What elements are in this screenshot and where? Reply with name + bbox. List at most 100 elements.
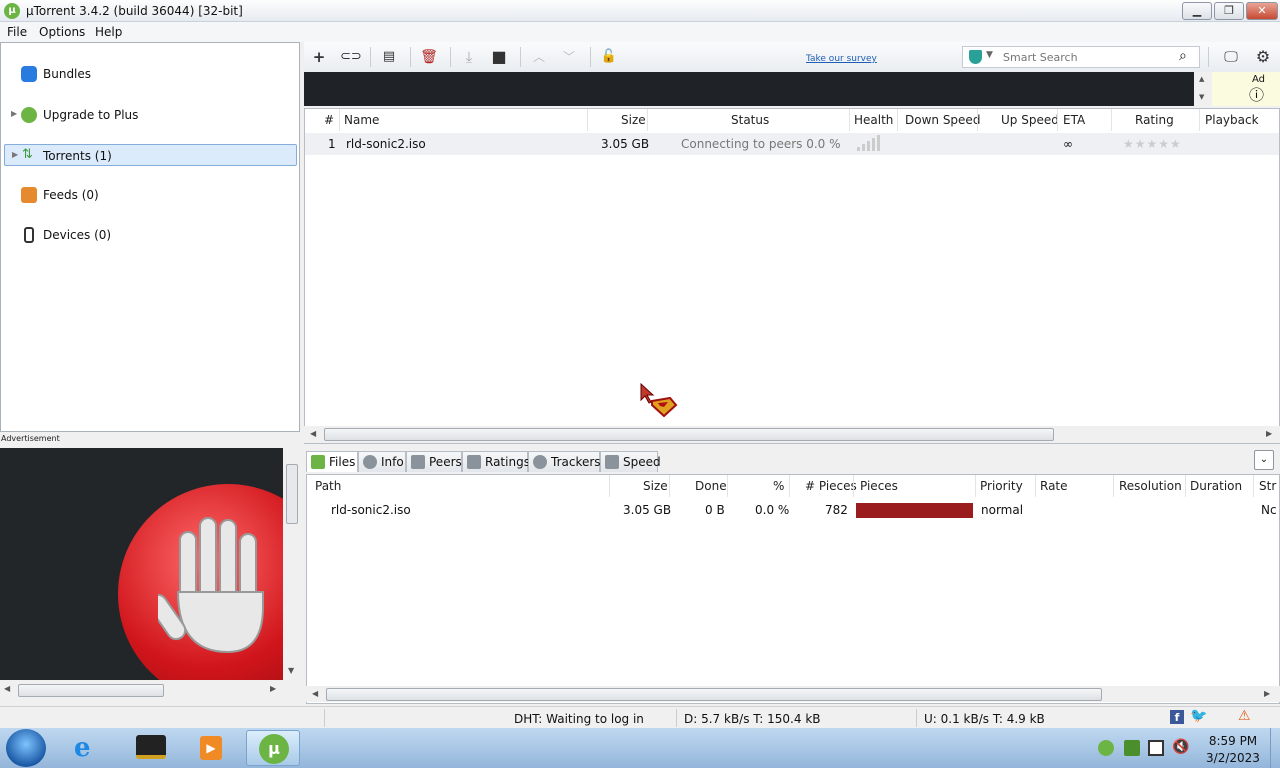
column-header-rate[interactable]: Rate (1040, 479, 1068, 493)
add-torrent-icon[interactable]: + (310, 48, 328, 66)
survey-link[interactable]: Take our survey (806, 54, 877, 64)
column-divider[interactable] (1111, 109, 1112, 131)
search-box[interactable]: ▼ ⌕ (962, 46, 1200, 68)
advertisement-banner[interactable] (0, 448, 283, 680)
scroll-down-icon[interactable]: ▼ (1199, 93, 1204, 101)
column-header-path[interactable]: Path (315, 479, 341, 493)
scroll-down-icon[interactable]: ▼ (288, 666, 294, 675)
scroll-right-icon[interactable]: ▶ (270, 684, 276, 693)
network-tray-icon[interactable] (1148, 740, 1164, 756)
tab-peers[interactable]: Peers (406, 451, 462, 472)
dht-status[interactable]: DHT: Waiting to log in (514, 712, 644, 726)
start-download-icon[interactable]: ⤓ (460, 48, 478, 66)
scrollbar-thumb[interactable] (326, 688, 1102, 701)
column-divider[interactable] (1185, 475, 1186, 497)
media-app-icon[interactable] (124, 730, 178, 766)
scroll-left-icon[interactable]: ◀ (312, 689, 318, 698)
clock-time[interactable]: 8:59 PM (1200, 734, 1266, 748)
add-link-icon[interactable]: ⊂⊃ (340, 48, 362, 66)
column-header-size[interactable]: Size (643, 479, 668, 493)
column-divider[interactable] (587, 109, 588, 131)
column-header-pieces[interactable]: Pieces (860, 479, 898, 493)
menu-options[interactable]: Options (39, 25, 85, 39)
scroll-left-icon[interactable]: ◀ (310, 429, 316, 438)
column-divider[interactable] (897, 109, 898, 131)
torrent-rating[interactable]: ★★★★★ (1123, 137, 1182, 151)
security-tray-icon[interactable] (1124, 740, 1140, 756)
scroll-right-icon[interactable]: ▶ (1266, 429, 1272, 438)
scroll-right-icon[interactable]: ▶ (1264, 689, 1270, 698)
column-divider[interactable] (609, 475, 610, 497)
column-header-number[interactable]: # (324, 113, 334, 127)
column-header-health[interactable]: Health (854, 113, 893, 127)
tab-speed[interactable]: Speed (600, 451, 661, 472)
tab-trackers[interactable]: Trackers (528, 451, 601, 472)
expand-arrow-icon[interactable]: ▶ (11, 109, 17, 118)
menu-file[interactable]: File (7, 25, 27, 39)
column-divider[interactable] (975, 475, 976, 497)
list-horizontal-scrollbar[interactable]: ◀ ▶ (304, 426, 1280, 443)
media-player-icon[interactable]: ▶ (184, 730, 238, 766)
scroll-up-icon[interactable]: ▲ (1199, 75, 1204, 83)
column-header-streamable[interactable]: Str (1259, 479, 1279, 493)
column-header-resolution[interactable]: Resolution (1119, 479, 1182, 493)
clock-date[interactable]: 3/2/2023 (1200, 751, 1266, 765)
search-input[interactable] (1003, 50, 1173, 64)
upload-status[interactable]: U: 0.1 kB/s T: 4.9 kB (924, 712, 1045, 726)
show-desktop-button[interactable] (1270, 728, 1280, 768)
ad-horizontal-scrollbar[interactable]: ◀ ▶ (0, 682, 300, 698)
scroll-left-icon[interactable]: ◀ (4, 684, 10, 693)
ad-badge[interactable]: Ad ⓘ (1212, 72, 1280, 106)
minimize-button[interactable]: ▁ (1182, 2, 1212, 20)
table-row[interactable]: rld-sonic2.iso 3.05 GB 0 B 0.0 % 782 nor… (307, 499, 1279, 521)
column-divider[interactable] (977, 109, 978, 131)
volume-muted-icon[interactable]: 🔇 (1172, 739, 1189, 755)
tab-ratings[interactable]: Ratings (462, 451, 530, 472)
column-divider[interactable] (1035, 475, 1036, 497)
column-divider[interactable] (1113, 475, 1114, 497)
scrollbar-thumb[interactable] (286, 464, 298, 524)
column-header-playback[interactable]: Playback (1205, 113, 1259, 127)
collapse-panel-button[interactable]: ⌄ (1254, 450, 1274, 470)
close-button[interactable]: ✕ (1246, 2, 1278, 20)
create-torrent-icon[interactable]: ▤ (380, 48, 398, 66)
column-divider[interactable] (1199, 109, 1200, 131)
column-header-down-speed[interactable]: Down Speed (905, 113, 980, 127)
column-header-duration[interactable]: Duration (1190, 479, 1242, 493)
move-up-icon[interactable]: ︿ (530, 48, 548, 66)
remove-torrent-icon[interactable]: 🗑 (420, 48, 438, 66)
chevron-down-icon[interactable]: ▼ (986, 50, 993, 60)
internet-explorer-icon[interactable]: e (62, 730, 116, 766)
utorrent-taskbar-icon[interactable]: µ (246, 730, 300, 766)
search-icon[interactable]: ⌕ (1179, 48, 1187, 64)
column-divider[interactable] (1253, 475, 1254, 497)
column-header-percent[interactable]: % (773, 479, 784, 493)
column-header-status[interactable]: Status (731, 113, 769, 127)
files-horizontal-scrollbar[interactable]: ◀ ▶ (306, 686, 1280, 702)
remote-icon[interactable]: 🖵 (1222, 48, 1240, 66)
column-divider[interactable] (1057, 109, 1058, 131)
warning-icon[interactable]: ⚠ (1238, 708, 1251, 724)
info-icon[interactable]: ⓘ (1249, 84, 1264, 105)
facebook-icon[interactable]: f (1170, 710, 1184, 724)
twitter-icon[interactable]: 🐦 (1190, 708, 1207, 724)
column-header-rating[interactable]: Rating (1135, 113, 1174, 127)
ad-strip-scroller[interactable]: ▲ ▼ (1194, 72, 1212, 106)
column-divider[interactable] (849, 109, 850, 131)
utorrent-tray-icon[interactable] (1098, 740, 1114, 756)
column-header-done[interactable]: Done (695, 479, 727, 493)
tab-info[interactable]: Info (358, 451, 406, 472)
move-down-icon[interactable]: ﹀ (560, 48, 578, 66)
ad-vertical-scrollbar[interactable]: ▼ (284, 448, 300, 680)
sidebar-item-devices[interactable]: Devices (0) (9, 224, 299, 246)
column-divider[interactable] (669, 475, 670, 497)
stop-icon[interactable]: ■ (490, 48, 508, 66)
column-header-size[interactable]: Size (621, 113, 646, 127)
column-divider[interactable] (853, 475, 854, 497)
scrollbar-thumb[interactable] (324, 428, 1054, 441)
menu-help[interactable]: Help (95, 25, 122, 39)
column-divider[interactable] (647, 109, 648, 131)
table-row[interactable]: 1 rld-sonic2.iso 3.05 GB Connecting to p… (305, 133, 1279, 155)
column-header-num-pieces[interactable]: # Pieces (805, 479, 857, 493)
scrollbar-thumb[interactable] (18, 684, 164, 697)
